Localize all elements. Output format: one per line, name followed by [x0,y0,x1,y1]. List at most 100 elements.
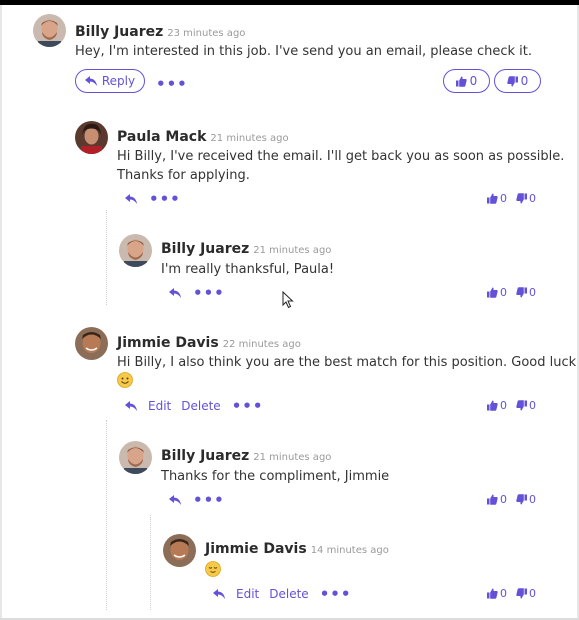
vote-group: 0 0 [487,192,536,205]
more-options-button[interactable]: ••• [320,587,352,602]
reply-button[interactable] [169,495,181,505]
comment-header: Billy Juarez 21 minutes ago [161,445,331,464]
timestamp: 23 minutes ago [167,28,246,39]
reply-button[interactable] [213,589,225,599]
like-button[interactable]: 0 [487,493,507,506]
thumbs-down-icon [516,400,527,411]
dislike-count: 0 [520,74,529,88]
dislike-button[interactable]: 0 [516,493,536,506]
reply-icon [125,401,137,411]
like-button[interactable]: 0 [443,69,490,93]
comment-text: I'm really thanksful, Paula! [161,262,335,277]
like-button[interactable]: 0 [487,399,507,412]
thumbs-down-icon [506,75,518,86]
thumbs-up-icon [487,193,498,204]
delete-link[interactable]: Delete [181,399,220,413]
edit-link[interactable]: Edit [236,587,259,601]
thumbs-up-icon [487,588,498,599]
timestamp: 21 minutes ago [253,245,332,256]
dislike-count: 0 [529,399,536,412]
reply-button[interactable]: Reply [75,69,145,93]
dislike-count: 0 [529,192,536,205]
thread-line [106,420,107,610]
reply-button[interactable] [125,401,137,411]
comment-header: Jimmie Davis 22 minutes ago [117,332,301,351]
thumbs-down-icon [516,588,527,599]
timestamp: 21 minutes ago [253,452,332,463]
left-border [0,5,2,620]
comment: Jimmie Davis 14 minutes ago [163,534,543,584]
like-count: 0 [500,192,507,205]
like-count: 0 [500,399,507,412]
thread-line [150,515,151,610]
like-button[interactable]: 0 [487,286,507,299]
comment-actions: ••• [169,490,225,510]
smile-emoji-icon [117,372,133,388]
reply-icon [84,76,97,86]
comment-text: Thanks for the compliment, Jimmie [161,469,390,484]
comment-text-line: Hi Billy, I've received the email. I'll … [117,149,565,164]
comment-text: Hey, I'm interested in this job. I've se… [75,44,532,59]
author-name: Jimmie Davis [205,541,307,557]
like-count: 0 [500,493,507,506]
like-button[interactable]: 0 [487,192,507,205]
reply-icon [213,589,225,599]
comment-header: Paula Mack 21 minutes ago [117,126,289,145]
vote-group: 0 0 [487,587,536,600]
comment-actions: ••• [169,283,225,303]
thread-line [106,210,107,305]
timestamp: 14 minutes ago [310,545,389,556]
comment-header: Jimmie Davis 14 minutes ago [205,538,389,557]
vote-group: 0 0 [487,493,536,506]
thumbs-down-icon [516,494,527,505]
avatar [119,441,152,474]
dislike-button[interactable]: 0 [516,192,536,205]
author-name: Billy Juarez [161,241,250,257]
author-name: Billy Juarez [75,24,164,40]
more-options-button[interactable]: ••• [193,493,225,508]
thumbs-up-icon [487,400,498,411]
comment-text [205,561,221,580]
comment-actions: Edit Delete ••• [125,396,263,416]
comment: Billy Juarez 21 minutes ago I'm really th… [119,234,539,284]
vote-group: 0 0 [487,286,536,299]
avatar [163,534,196,567]
timestamp: 22 minutes ago [222,339,301,350]
comment: Billy Juarez 21 minutes ago Thanks for th… [119,441,539,491]
dislike-button[interactable]: 0 [494,69,541,93]
dislike-count: 0 [529,286,536,299]
more-options-button[interactable]: ••• [156,77,188,92]
comment-actions: ••• [125,189,181,209]
thumbs-down-icon [516,193,527,204]
more-options-button[interactable]: ••• [149,192,181,207]
delete-link[interactable]: Delete [269,587,308,601]
like-count: 0 [500,587,507,600]
reply-icon [169,495,181,505]
comment-text: Hi Billy, I also think you are the best … [117,353,576,391]
comment: Paula Mack 21 minutes ago Hi Billy, I've … [75,121,564,191]
timestamp: 21 minutes ago [210,133,289,144]
author-name: Jimmie Davis [117,335,219,351]
avatar [33,14,66,47]
reply-button[interactable] [125,194,137,204]
thumbs-up-icon [487,287,498,298]
reply-button[interactable] [169,288,181,298]
comment: Jimmie Davis 22 minutes ago Hi Billy, I a… [75,327,576,397]
dislike-button[interactable]: 0 [516,587,536,600]
comment-text-line: Hi Billy, I also think you are the best … [117,355,577,370]
reply-label: Reply [101,74,136,88]
mouse-cursor-icon [282,291,294,309]
dislike-button[interactable]: 0 [516,286,536,299]
dislike-count: 0 [529,587,536,600]
dislike-button[interactable]: 0 [516,399,536,412]
comment-text-line: Thanks for applying. [117,168,250,183]
avatar [119,234,152,267]
thumbs-down-icon [516,287,527,298]
more-options-button[interactable]: ••• [193,286,225,301]
more-options-button[interactable]: ••• [232,399,264,414]
comment-header: Billy Juarez 21 minutes ago [161,238,331,257]
edit-link[interactable]: Edit [148,399,171,413]
like-button[interactable]: 0 [487,587,507,600]
reply-icon [169,288,181,298]
comment-text: Hi Billy, I've received the email. I'll … [117,147,564,185]
